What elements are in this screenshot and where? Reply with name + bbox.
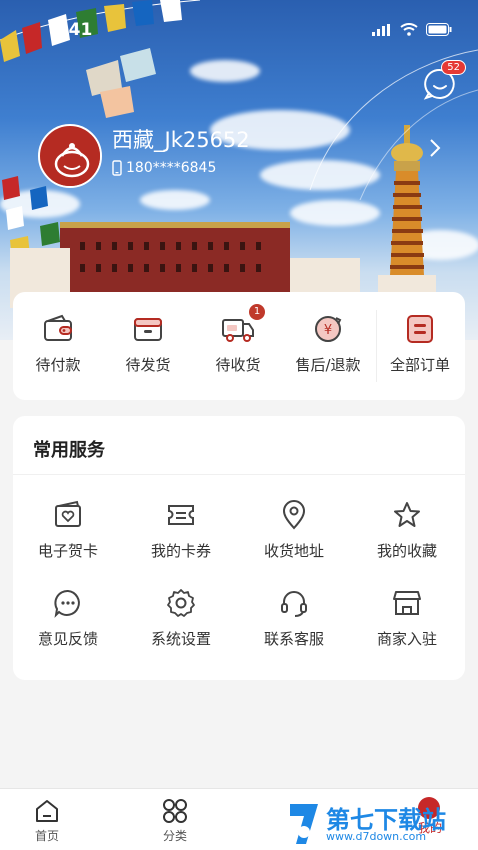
truck-icon bbox=[222, 319, 254, 342]
service-favorites[interactable]: 我的收藏 bbox=[352, 500, 462, 561]
order-label: 待收货 bbox=[215, 356, 261, 374]
order-pending-shipment[interactable]: 待发货 bbox=[103, 314, 193, 375]
service-label: 系统设置 bbox=[150, 630, 211, 648]
service-merchant[interactable]: 商家入驻 bbox=[352, 588, 462, 649]
coupon-icon bbox=[168, 505, 194, 525]
status-bar: 9:41 bbox=[0, 18, 478, 42]
services-card: 常用服务 电子贺卡 我的卡券 收货地址 我的收藏 意见反馈 系统设置 联系客服 … bbox=[13, 416, 465, 680]
box-icon bbox=[134, 318, 162, 341]
service-settings[interactable]: 系统设置 bbox=[126, 588, 236, 649]
potala-palace bbox=[10, 222, 360, 308]
watermark: 第七下载站 www.d7down.com bbox=[286, 796, 476, 850]
greeting-card-icon bbox=[55, 500, 81, 527]
service-coupon[interactable]: 我的卡券 bbox=[126, 500, 236, 561]
wifi-icon bbox=[400, 23, 418, 36]
store-icon bbox=[393, 591, 421, 615]
star-icon bbox=[394, 502, 420, 527]
service-feedback[interactable]: 意见反馈 bbox=[13, 588, 123, 649]
order-refund[interactable]: ¥ 售后/退款 bbox=[283, 314, 373, 375]
phone-number: 180****6845 bbox=[126, 160, 217, 176]
order-pending-payment[interactable]: 待付款 bbox=[13, 314, 103, 375]
avatar[interactable] bbox=[38, 124, 102, 188]
service-address[interactable]: 收货地址 bbox=[239, 500, 349, 561]
orders-card: 待付款 待发货 1 待收货 ¥ 售后/退款 全部订单 bbox=[13, 292, 465, 400]
tab-category[interactable]: 分类 bbox=[145, 797, 205, 844]
status-time: 9:41 bbox=[50, 20, 93, 40]
wallet-icon bbox=[44, 314, 72, 341]
service-customer-support[interactable]: 联系客服 bbox=[239, 588, 349, 649]
order-label: 待发货 bbox=[125, 356, 171, 374]
tab-label: 分类 bbox=[162, 829, 187, 843]
tab-label: 首页 bbox=[34, 829, 59, 843]
service-label: 商家入驻 bbox=[376, 630, 437, 648]
battery-icon bbox=[426, 23, 452, 36]
service-label: 联系客服 bbox=[263, 630, 324, 648]
service-label: 电子贺卡 bbox=[37, 542, 98, 560]
order-label: 待付款 bbox=[35, 356, 81, 374]
order-label: 全部订单 bbox=[389, 356, 450, 374]
refund-icon: ¥ bbox=[315, 316, 342, 342]
watermark-logo-icon bbox=[290, 804, 318, 844]
order-pending-receipt[interactable]: 1 待收货 bbox=[193, 304, 283, 375]
order-badge: 1 bbox=[249, 304, 265, 320]
username[interactable]: 西藏_Jk25652 bbox=[112, 124, 250, 154]
home-icon bbox=[36, 800, 58, 822]
location-icon bbox=[282, 500, 306, 530]
signal-icon bbox=[372, 23, 390, 36]
service-label: 收货地址 bbox=[263, 542, 324, 560]
divider bbox=[13, 474, 465, 475]
tab-home[interactable]: 首页 bbox=[17, 797, 77, 844]
phone-row: 180****6845 bbox=[112, 160, 216, 176]
chevron-right-icon[interactable] bbox=[428, 138, 442, 158]
watermark-url: www.d7down.com bbox=[326, 830, 427, 843]
feedback-icon bbox=[54, 589, 80, 618]
service-label: 我的卡券 bbox=[150, 542, 211, 560]
order-label: 售后/退款 bbox=[295, 356, 361, 374]
gear-icon bbox=[167, 589, 195, 617]
order-all[interactable]: 全部订单 bbox=[375, 314, 465, 375]
order-list-icon bbox=[407, 315, 433, 343]
headset-icon bbox=[281, 591, 307, 617]
phone-icon bbox=[112, 160, 122, 176]
service-label: 意见反馈 bbox=[37, 630, 98, 648]
services-title: 常用服务 bbox=[33, 440, 105, 461]
svg-text:¥: ¥ bbox=[324, 323, 332, 338]
service-label: 我的收藏 bbox=[376, 542, 437, 560]
message-badge: 52 bbox=[441, 60, 466, 75]
category-icon bbox=[163, 799, 187, 823]
service-greeting-card[interactable]: 电子贺卡 bbox=[13, 500, 123, 561]
